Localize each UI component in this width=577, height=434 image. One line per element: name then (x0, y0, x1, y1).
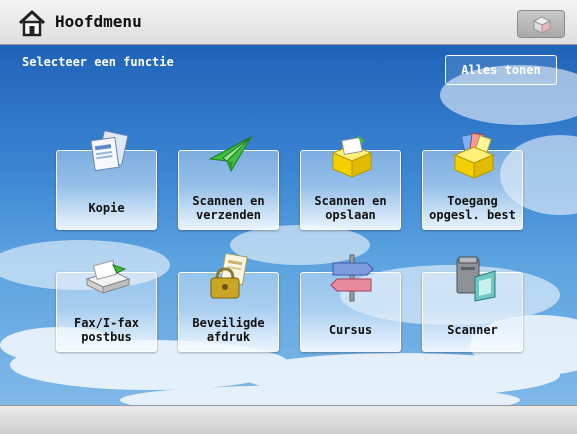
tile-label: Fax/I-fax postbus (73, 316, 140, 344)
main-menu-area: Selecteer een functie Alles tonen Kopie … (0, 45, 577, 405)
fax-inbox-icon (85, 260, 131, 294)
tile-access-stored-files[interactable]: Toegang opgesl. best (422, 132, 523, 230)
tile-label: Scannen en verzenden (192, 194, 265, 222)
tile-scan-and-store[interactable]: Scannen en opslaan (300, 135, 401, 230)
status-bar (0, 405, 577, 434)
store-icon (331, 135, 373, 178)
tile-label: Beveiligde afdruk (192, 316, 265, 344)
scanner-icon (456, 256, 496, 302)
header-bar: Hoofdmenu (0, 0, 577, 45)
tile-copy[interactable]: Kopie (56, 131, 157, 230)
cube-icon (532, 16, 552, 34)
tile-label: Cursus (328, 323, 373, 337)
home-icon[interactable] (17, 8, 47, 38)
tile-label: Toegang opgesl. best (429, 194, 516, 222)
access-files-icon (453, 132, 495, 179)
signpost-icon (330, 254, 374, 302)
tile-secure-print[interactable]: Beveiligde afdruk (178, 253, 279, 352)
page-title: Hoofdmenu (55, 12, 142, 31)
tile-scanner[interactable]: Scanner (422, 256, 523, 352)
show-all-button[interactable]: Alles tonen (445, 55, 557, 85)
tile-label: Kopie (88, 201, 125, 215)
tile-label: Scanner (447, 323, 498, 337)
tile-tutorial[interactable]: Cursus (300, 254, 401, 352)
tile-label: Scannen en opslaan (314, 194, 387, 222)
secure-print-icon (210, 253, 248, 299)
tile-fax-inbox[interactable]: Fax/I-fax postbus (56, 260, 157, 352)
send-icon (208, 135, 253, 173)
instruction-text: Selecteer een functie (22, 55, 174, 69)
status-monitor-button[interactable] (517, 10, 565, 38)
tile-scan-and-send[interactable]: Scannen en verzenden (178, 135, 279, 230)
copy-icon (90, 131, 129, 172)
